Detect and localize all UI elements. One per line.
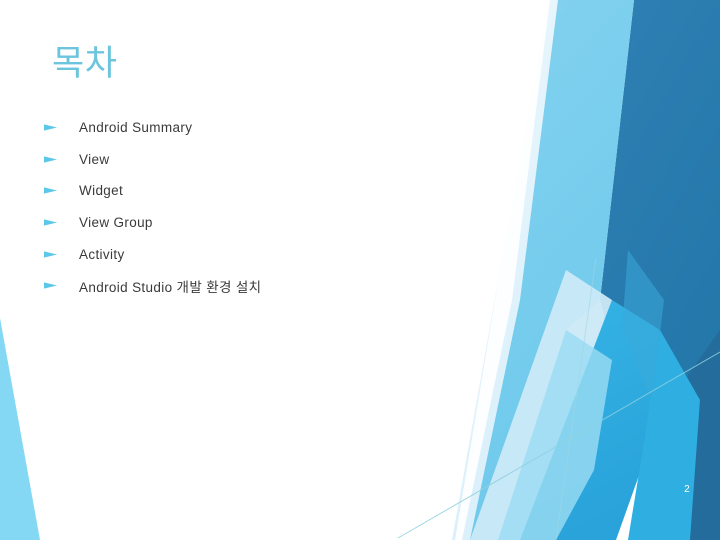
list-item-label: Widget — [79, 183, 124, 199]
ribbon-pale-lower — [470, 270, 612, 540]
corner-wedge-bottom-left — [0, 318, 40, 540]
ribbon-dark-right — [600, 0, 720, 540]
list-item-label: Android Studio 개발 환경 설치 — [79, 279, 262, 295]
list-item[interactable]: Android Studio 개발 환경 설치 — [44, 270, 464, 302]
triangle-right-icon — [44, 281, 58, 290]
list-item-label: Android Summary — [79, 120, 193, 136]
ribbon-white-seam — [455, 0, 550, 540]
ribbon-deep-right — [660, 330, 720, 540]
triangle-right-icon — [44, 250, 58, 259]
hairline-diagonal — [397, 351, 720, 539]
slide-number: 2 — [684, 484, 690, 495]
triangle-right-icon — [44, 155, 58, 164]
ribbon-sky-main — [455, 0, 634, 540]
list-item[interactable]: Activity — [44, 238, 464, 270]
ribbon-light-facet — [498, 330, 612, 540]
slide-title: 목차 — [52, 44, 118, 83]
triangle-right-icon — [44, 186, 58, 195]
list-item-label: View — [79, 151, 110, 167]
content-bullet-list: Android Summary View Widget View Group A — [44, 112, 464, 302]
list-item[interactable]: View Group — [44, 207, 464, 239]
list-item[interactable]: View — [44, 144, 464, 176]
ribbon-bright-lower — [520, 300, 660, 540]
triangle-right-icon — [44, 123, 58, 132]
list-item[interactable]: Android Summary — [44, 112, 464, 144]
hairline-vertical-band — [555, 257, 597, 540]
triangle-right-icon — [44, 218, 58, 227]
ribbon-pale-edge — [452, 0, 558, 540]
ribbon-bright-secondary — [628, 330, 700, 540]
list-item-label: Activity — [79, 246, 125, 262]
list-item[interactable]: Widget — [44, 175, 464, 207]
slide-canvas: 목차 Android Summary View Widget View Grou… — [0, 0, 720, 540]
ribbon-steel-facet — [622, 250, 664, 400]
list-item-label: View Group — [79, 215, 153, 231]
